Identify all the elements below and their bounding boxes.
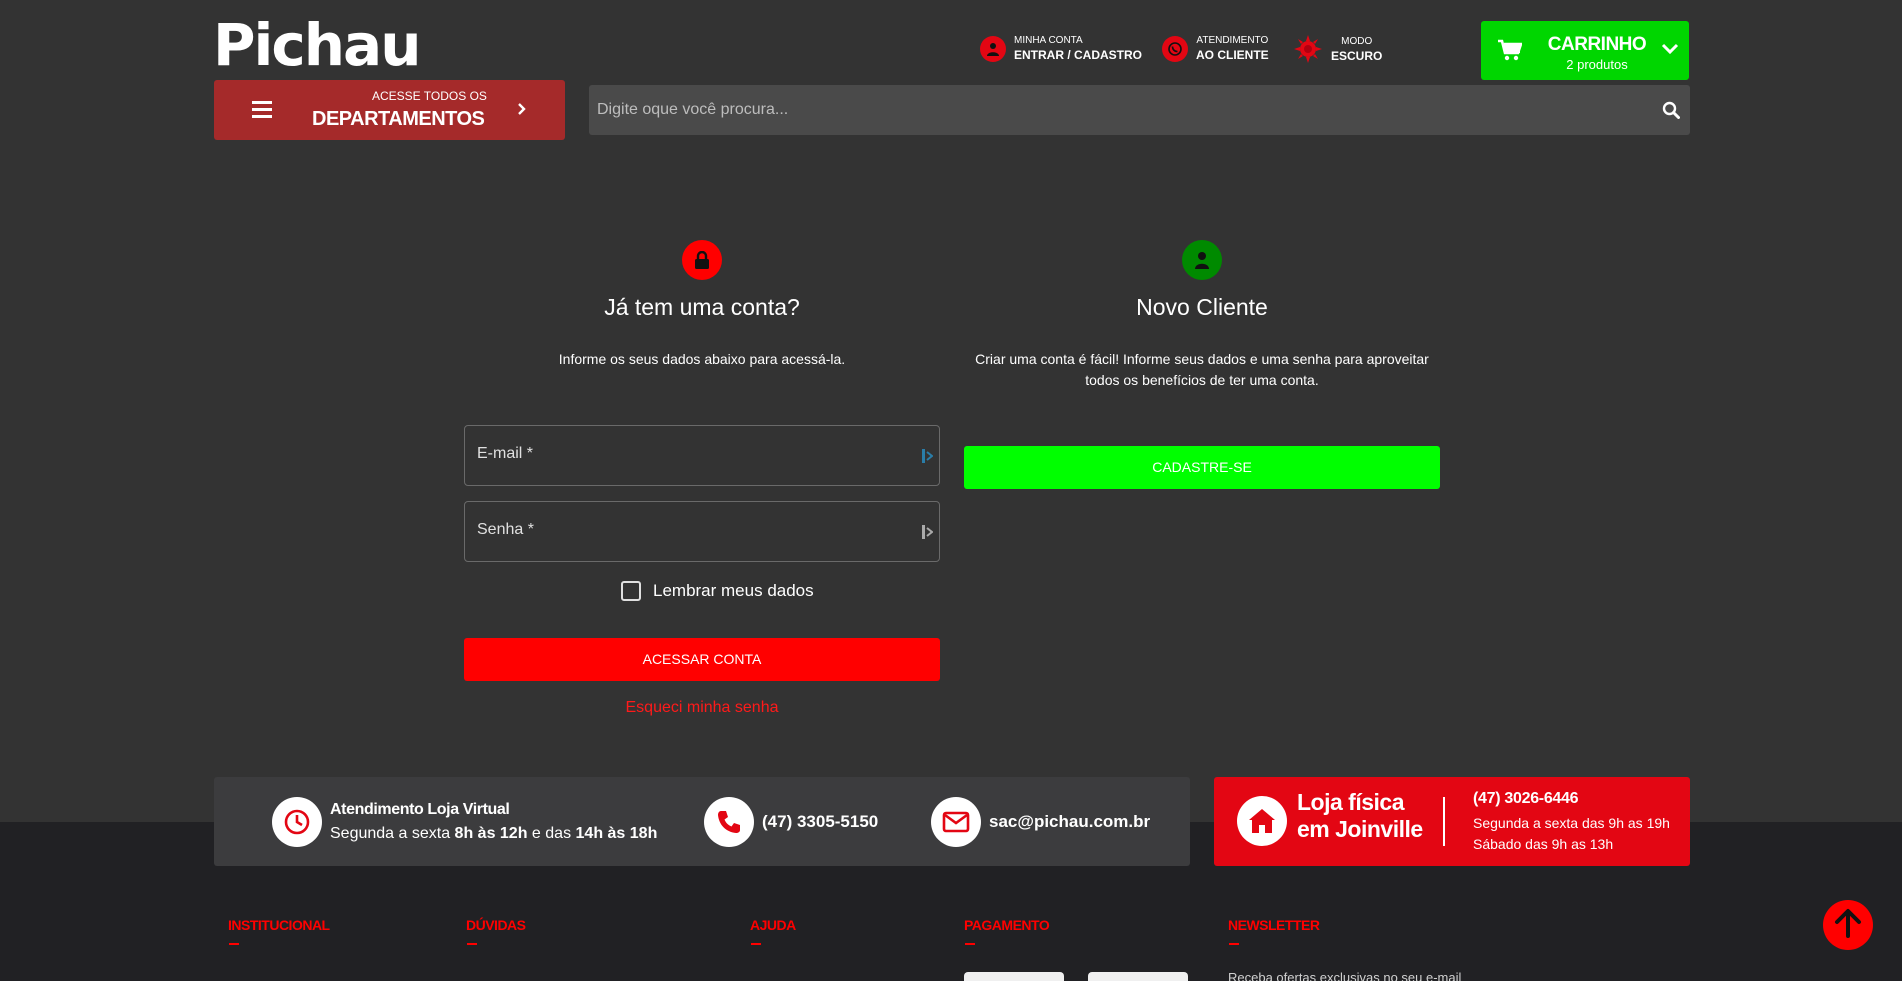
whatsapp-icon bbox=[1162, 35, 1188, 62]
cart-icon bbox=[1498, 39, 1523, 66]
site-header: Pichau MINHA CONTA ENTRAR / CADASTRO ATE… bbox=[0, 0, 1902, 140]
support-hours: Atendimento Loja Virtual Segunda a sexta… bbox=[272, 797, 657, 847]
menu-icon bbox=[252, 100, 272, 123]
support-small-label: ATENDIMENTO bbox=[1196, 35, 1269, 46]
user-icon bbox=[1182, 240, 1222, 280]
dark-mode-toggle[interactable]: MODO ESCURO bbox=[1293, 34, 1382, 64]
mail-icon bbox=[931, 797, 981, 847]
heading-underline bbox=[1229, 943, 1239, 945]
lock-icon bbox=[682, 240, 722, 280]
login-section: Já tem uma conta? Informe os seus dados … bbox=[464, 240, 940, 370]
contact-info-bar: Atendimento Loja Virtual Segunda a sexta… bbox=[214, 777, 1190, 866]
remember-me[interactable]: Lembrar meus dados bbox=[621, 581, 814, 601]
email-field[interactable]: E-mail * bbox=[464, 425, 940, 486]
support-email-address: sac@pichau.com.br bbox=[989, 812, 1151, 831]
store-divider bbox=[1443, 797, 1445, 846]
support-link[interactable]: ATENDIMENTO AO CLIENTE bbox=[1162, 34, 1269, 63]
register-section: Novo Cliente Criar uma conta é fácil! In… bbox=[964, 240, 1440, 391]
mode-small-label: MODO bbox=[1341, 35, 1373, 47]
user-icon bbox=[980, 35, 1006, 62]
support-big-label: AO CLIENTE bbox=[1196, 48, 1269, 62]
search-input[interactable] bbox=[589, 85, 1649, 135]
key-icon[interactable] bbox=[921, 524, 934, 545]
heading-underline bbox=[965, 943, 975, 945]
departments-big-label: DEPARTAMENTOS bbox=[312, 108, 485, 130]
email-input[interactable] bbox=[465, 426, 939, 485]
arrow-up-icon bbox=[1834, 908, 1862, 943]
store-phone: (47) 3026-6446 bbox=[1473, 790, 1579, 807]
login-description: Informe os seus dados abaixo para acessá… bbox=[558, 351, 846, 367]
account-link[interactable]: MINHA CONTA ENTRAR / CADASTRO bbox=[980, 34, 1142, 63]
search-icon[interactable] bbox=[1662, 101, 1680, 124]
home-icon bbox=[1237, 796, 1287, 846]
account-small-label: MINHA CONTA bbox=[1014, 35, 1083, 46]
login-button[interactable]: ACESSAR CONTA bbox=[464, 638, 940, 681]
departments-small-label: ACESSE TODOS OS bbox=[372, 89, 487, 103]
heading-underline bbox=[229, 943, 239, 945]
footer-heading-newsletter: NEWSLETTER bbox=[1228, 917, 1320, 933]
password-input[interactable] bbox=[465, 502, 939, 561]
payment-method-card bbox=[964, 972, 1064, 981]
cart-count: 2 produtos bbox=[1566, 57, 1628, 72]
support-email[interactable]: sac@pichau.com.br bbox=[931, 797, 1150, 847]
cart-button[interactable]: CARRINHO 2 produtos bbox=[1481, 21, 1689, 80]
departments-menu-button[interactable]: ACESSE TODOS OS DEPARTAMENTOS bbox=[214, 80, 565, 140]
forgot-password-link[interactable]: Esqueci minha senha bbox=[464, 699, 940, 717]
support-hours-detail: Segunda a sexta 8h às 12h e das 14h às 1… bbox=[330, 825, 658, 842]
store-hours: Segunda a sexta das 9h as 19h Sábado das … bbox=[1473, 815, 1670, 852]
key-icon[interactable] bbox=[921, 448, 934, 469]
password-field[interactable]: Senha * bbox=[464, 501, 940, 562]
scroll-to-top-button[interactable] bbox=[1823, 900, 1873, 950]
register-title: Novo Cliente bbox=[1136, 294, 1268, 320]
support-hours-title: Atendimento Loja Virtual bbox=[330, 801, 510, 818]
cart-title: CARRINHO bbox=[1547, 34, 1647, 55]
heading-underline bbox=[751, 943, 761, 945]
payment-method-card bbox=[1088, 972, 1188, 981]
mode-big-label: ESCURO bbox=[1331, 48, 1383, 63]
heading-underline bbox=[467, 943, 477, 945]
remember-checkbox[interactable] bbox=[621, 581, 641, 601]
chevron-right-icon bbox=[517, 102, 527, 121]
logo-text: Pichau bbox=[213, 11, 421, 79]
search-bar bbox=[589, 85, 1690, 135]
support-phone-number: (47) 3305-5150 bbox=[762, 812, 879, 831]
chevron-down-icon[interactable] bbox=[1661, 42, 1679, 60]
footer-heading-institucional: INSTITUCIONAL bbox=[228, 917, 330, 933]
footer-heading-pagamento: PAGAMENTO bbox=[964, 917, 1050, 933]
footer-heading-duvidas: DÚVIDAS bbox=[466, 917, 526, 933]
newsletter-text: Receba ofertas exclusivas no seu e-mail bbox=[1228, 970, 1462, 981]
footer-heading-ajuda: AJUDA bbox=[750, 917, 796, 933]
pichau-logo[interactable]: Pichau bbox=[213, 11, 421, 79]
clock-icon bbox=[272, 797, 322, 847]
remember-label: Lembrar meus dados bbox=[653, 581, 814, 600]
register-description: Criar uma conta é fácil! Informe seus da… bbox=[975, 351, 1429, 388]
store-title: Loja física em Joinville bbox=[1297, 789, 1423, 842]
sun-icon bbox=[1293, 34, 1323, 64]
account-big-label: ENTRAR / CADASTRO bbox=[1014, 48, 1142, 62]
login-title: Já tem uma conta? bbox=[604, 294, 800, 320]
support-phone[interactable]: (47) 3305-5150 bbox=[704, 797, 878, 847]
physical-store-box[interactable]: Loja física em Joinville (47) 3026-6446 S… bbox=[1214, 777, 1690, 866]
register-button[interactable]: CADASTRE-SE bbox=[964, 446, 1440, 489]
phone-icon bbox=[704, 797, 754, 847]
